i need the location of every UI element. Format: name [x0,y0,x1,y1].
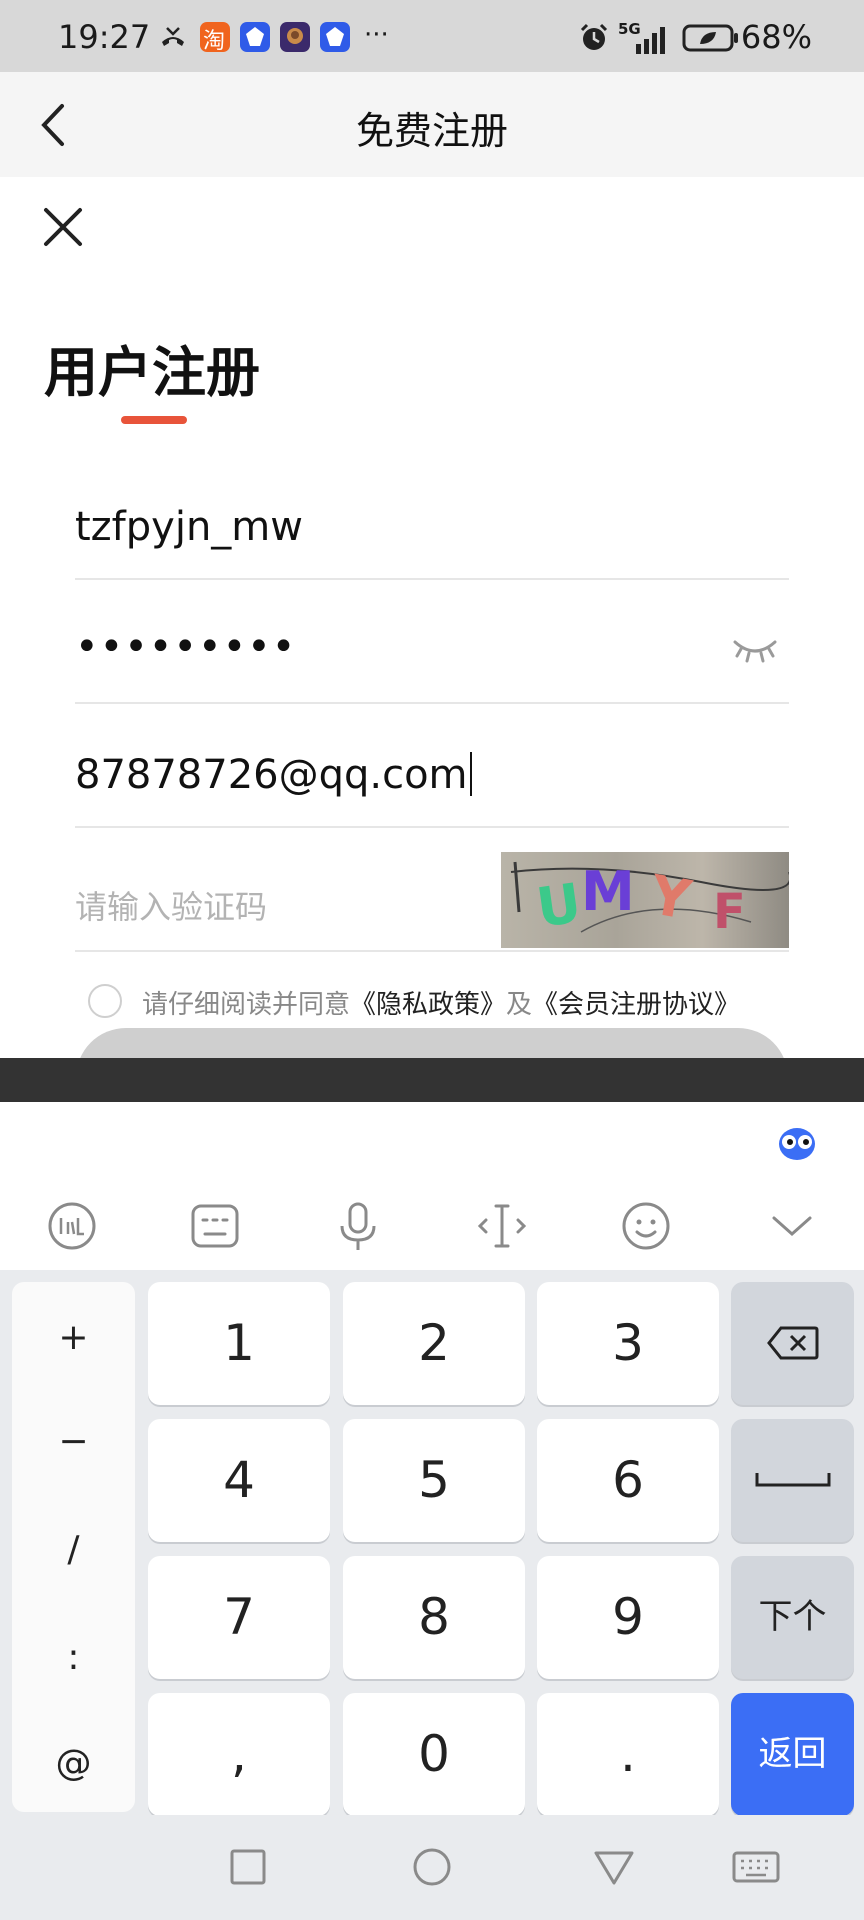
register-heading: 用户注册 [44,341,260,404]
app-notification-icon [240,22,270,52]
back-nav-icon[interactable] [592,1845,636,1889]
signal-icon [636,27,665,54]
email-value: 87878726@qq.com [75,752,472,798]
key-period[interactable]: . [537,1693,719,1816]
emoji-icon[interactable] [618,1198,674,1254]
page-title: 免费注册 [355,109,508,153]
symbol-key-at[interactable]: @ [12,1716,135,1812]
backspace-key[interactable] [731,1282,854,1405]
alarm-icon [580,23,608,50]
taobao-app-icon: 淘 [200,22,230,54]
key-2[interactable]: 2 [343,1282,525,1405]
missed-call-icon [162,27,184,46]
email-field[interactable]: 87878726@qq.com [75,718,789,828]
key-6[interactable]: 6 [537,1419,719,1542]
system-nav-bar [0,1815,864,1920]
recent-apps-icon[interactable] [226,1845,270,1889]
battery-percent: 68% [740,18,812,56]
key-4[interactable]: 4 [148,1419,330,1542]
key-comma[interactable]: , [148,1693,330,1816]
symbol-key-minus[interactable]: − [12,1394,135,1490]
key-9[interactable]: 9 [537,1556,719,1679]
key-1[interactable]: 1 [148,1282,330,1405]
username-field[interactable]: tzfpyjn_mw [75,470,789,580]
space-icon [755,1473,830,1487]
password-value: ••••••••• [75,624,297,670]
space-key[interactable] [731,1419,854,1542]
keyboard-mascot-icon[interactable] [774,1120,820,1166]
agree-checkbox[interactable] [88,984,122,1018]
key-8[interactable]: 8 [343,1556,525,1679]
status-bar: 19:27 淘 ··· 5G 68% [0,0,864,72]
symbol-column: + − / : @ [12,1282,135,1812]
member-agreement-link[interactable]: 《会员注册协议》 [532,990,740,1020]
next-key[interactable]: 下个 [731,1556,854,1679]
key-3[interactable]: 3 [537,1282,719,1405]
captcha-image[interactable]: U M Y F [501,852,789,948]
symbol-key-plus[interactable]: + [12,1290,135,1386]
status-time: 19:27 [58,18,151,56]
eye-closed-icon[interactable] [731,634,779,664]
heading-underline [121,416,187,424]
collapse-keyboard-icon[interactable] [764,1198,820,1254]
key-5[interactable]: 5 [343,1419,525,1542]
username-value: tzfpyjn_mw [75,504,303,550]
symbol-key-colon[interactable]: : [12,1610,135,1706]
keyboard: + − / : @ 1 2 3 4 5 6 7 8 9 下个 , 0 . 返回 [0,1102,864,1920]
home-icon[interactable] [410,1845,454,1889]
agreement-row: 请仔细阅读并同意《隐私政策》及《会员注册协议》 [88,980,828,1024]
app-notification-icon-2 [320,22,350,52]
symbol-key-slash[interactable]: / [12,1502,135,1598]
privacy-policy-link[interactable]: 《隐私政策》 [350,990,506,1020]
captcha-placeholder: 请输入验证码 [75,888,268,926]
battery-icon [682,24,738,52]
cursor-move-icon[interactable] [474,1198,530,1254]
key-7[interactable]: 7 [148,1556,330,1679]
ime-switch-icon[interactable] [44,1198,100,1254]
screen: { "status_bar": { "time": "19:27", "netw… [0,0,864,1920]
text-caret [469,752,472,796]
keyboard-layout-icon[interactable] [187,1198,243,1254]
keyboard-toggle-icon[interactable] [732,1845,780,1889]
password-field[interactable]: ••••••••• [75,594,789,704]
agreement-text: 请仔细阅读并同意《隐私政策》及《会员注册协议》 [142,990,741,1020]
game-app-icon [280,22,310,52]
captcha-field[interactable]: 请输入验证码 U M Y F [75,830,789,952]
more-notifications: ··· [364,20,389,50]
key-0[interactable]: 0 [343,1693,525,1816]
keyboard-divider [0,1058,864,1102]
return-key[interactable]: 返回 [731,1693,854,1816]
backspace-icon [766,1326,818,1360]
microphone-icon[interactable] [330,1198,386,1254]
title-bar: 免费注册 [0,72,864,177]
close-icon[interactable] [40,204,86,250]
keyboard-toolbar [0,1184,864,1270]
